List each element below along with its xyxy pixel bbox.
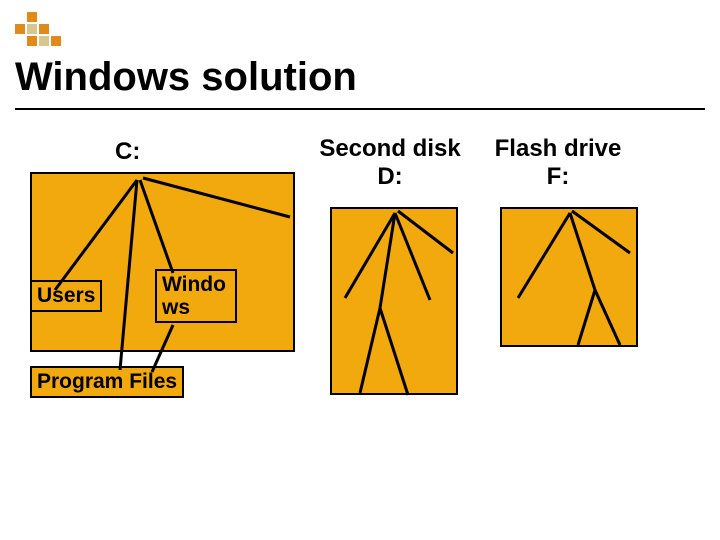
drive-f-line1: Flash drive — [483, 135, 633, 163]
drive-f-tree-box — [500, 207, 638, 347]
folder-windows-line2: ws — [162, 296, 190, 319]
folder-windows-line1: Windo — [162, 273, 226, 296]
drive-d-line2: D: — [305, 163, 475, 191]
folder-users-label: Users — [30, 280, 102, 312]
folder-progfiles-label: Program Files — [30, 366, 184, 398]
drive-d-line1: Second disk — [305, 135, 475, 163]
drive-c-label: C: — [115, 138, 140, 166]
drive-d-tree-box — [330, 207, 458, 395]
drive-f-label: Flash drive F: — [483, 135, 633, 191]
slide-logo-icon — [15, 12, 61, 46]
title-divider — [15, 108, 705, 110]
drive-c-tree-box — [30, 172, 295, 352]
drive-d-label: Second disk D: — [305, 135, 475, 191]
drive-f-line2: F: — [483, 163, 633, 191]
folder-windows-label: Windo ws — [155, 269, 237, 323]
slide-title: Windows solution — [15, 55, 357, 100]
